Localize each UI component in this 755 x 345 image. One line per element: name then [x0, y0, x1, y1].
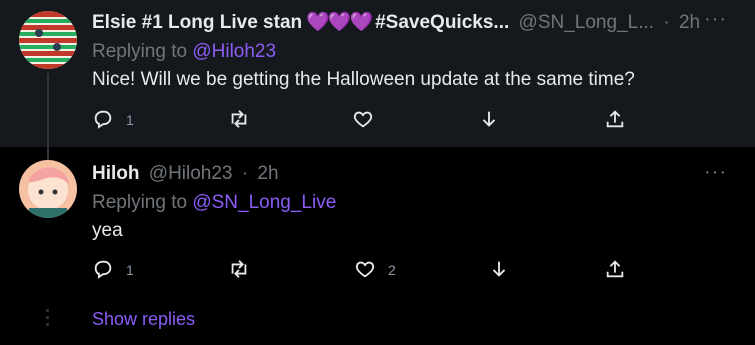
retweet-button[interactable] [228, 108, 262, 132]
mention-link[interactable]: @Hiloh23 [192, 41, 276, 62]
downvote-button[interactable] [478, 108, 500, 132]
more-options-icon[interactable]: ··· [704, 161, 727, 184]
thread-line [47, 73, 49, 147]
show-replies-link[interactable]: Show replies [92, 309, 195, 330]
arrow-down-icon [478, 108, 500, 133]
action-bar: 1 2 [92, 258, 652, 282]
purple-hearts-emoji: 💜💜💜 [306, 12, 373, 33]
reply-button[interactable]: 1 [92, 108, 134, 132]
retweet-icon [228, 258, 250, 283]
timestamp[interactable]: 2h [257, 163, 278, 184]
mention-link[interactable]: @SN_Long_Live [192, 192, 336, 213]
reply-count: 1 [126, 112, 134, 128]
share-button[interactable] [604, 108, 626, 132]
reply-icon [92, 108, 114, 133]
user-handle[interactable]: @SN_Long_L... [519, 12, 655, 33]
replying-to: Replying to @Hiloh23 [92, 41, 276, 63]
display-name[interactable]: Hiloh [92, 163, 140, 184]
retweet-button[interactable] [228, 258, 262, 282]
show-replies-row[interactable]: Show replies [0, 297, 755, 345]
heart-icon [354, 258, 376, 283]
arrow-down-icon [488, 258, 510, 283]
avatar[interactable] [19, 160, 77, 218]
timestamp[interactable]: 2h [679, 12, 700, 33]
share-icon [604, 258, 626, 283]
separator-dot: · [663, 12, 670, 33]
separator-dot: · [241, 163, 249, 184]
tweet-header: Hiloh @Hiloh23 · 2h [92, 163, 279, 185]
share-button[interactable] [604, 258, 626, 282]
tweet[interactable]: Elsie #1 Long Live stan 💜💜💜 #SaveQuicks...… [0, 0, 755, 147]
action-bar: 1 [92, 108, 652, 132]
reply-button[interactable]: 1 [92, 258, 134, 282]
tweet-header: Elsie #1 Long Live stan 💜💜💜 #SaveQuicks...… [92, 12, 700, 34]
thread-line [47, 147, 49, 160]
tweet-text: yea [92, 220, 123, 241]
like-button[interactable]: 2 [354, 258, 396, 282]
thread-dots [46, 309, 50, 330]
user-handle[interactable]: @Hiloh23 [149, 163, 233, 184]
replying-prefix: Replying to [92, 41, 188, 62]
like-count: 2 [388, 262, 396, 278]
replying-to: Replying to @SN_Long_Live [92, 192, 336, 214]
display-name-tag[interactable]: #SaveQuicks... [375, 12, 509, 33]
reply-icon [92, 258, 114, 283]
downvote-button[interactable] [488, 258, 510, 282]
tweet-text: Nice! Will we be getting the Halloween u… [92, 69, 635, 90]
more-options-icon[interactable]: ··· [704, 8, 727, 31]
heart-icon [352, 108, 374, 133]
display-name[interactable]: Elsie #1 Long Live stan [92, 12, 302, 33]
like-button[interactable] [352, 108, 386, 132]
retweet-icon [228, 108, 250, 133]
avatar[interactable] [19, 11, 77, 69]
share-icon [604, 108, 626, 133]
tweet[interactable]: Hiloh @Hiloh23 · 2h ··· Replying to @SN_… [0, 147, 755, 297]
reply-count: 1 [126, 262, 134, 278]
replying-prefix: Replying to [92, 192, 188, 213]
